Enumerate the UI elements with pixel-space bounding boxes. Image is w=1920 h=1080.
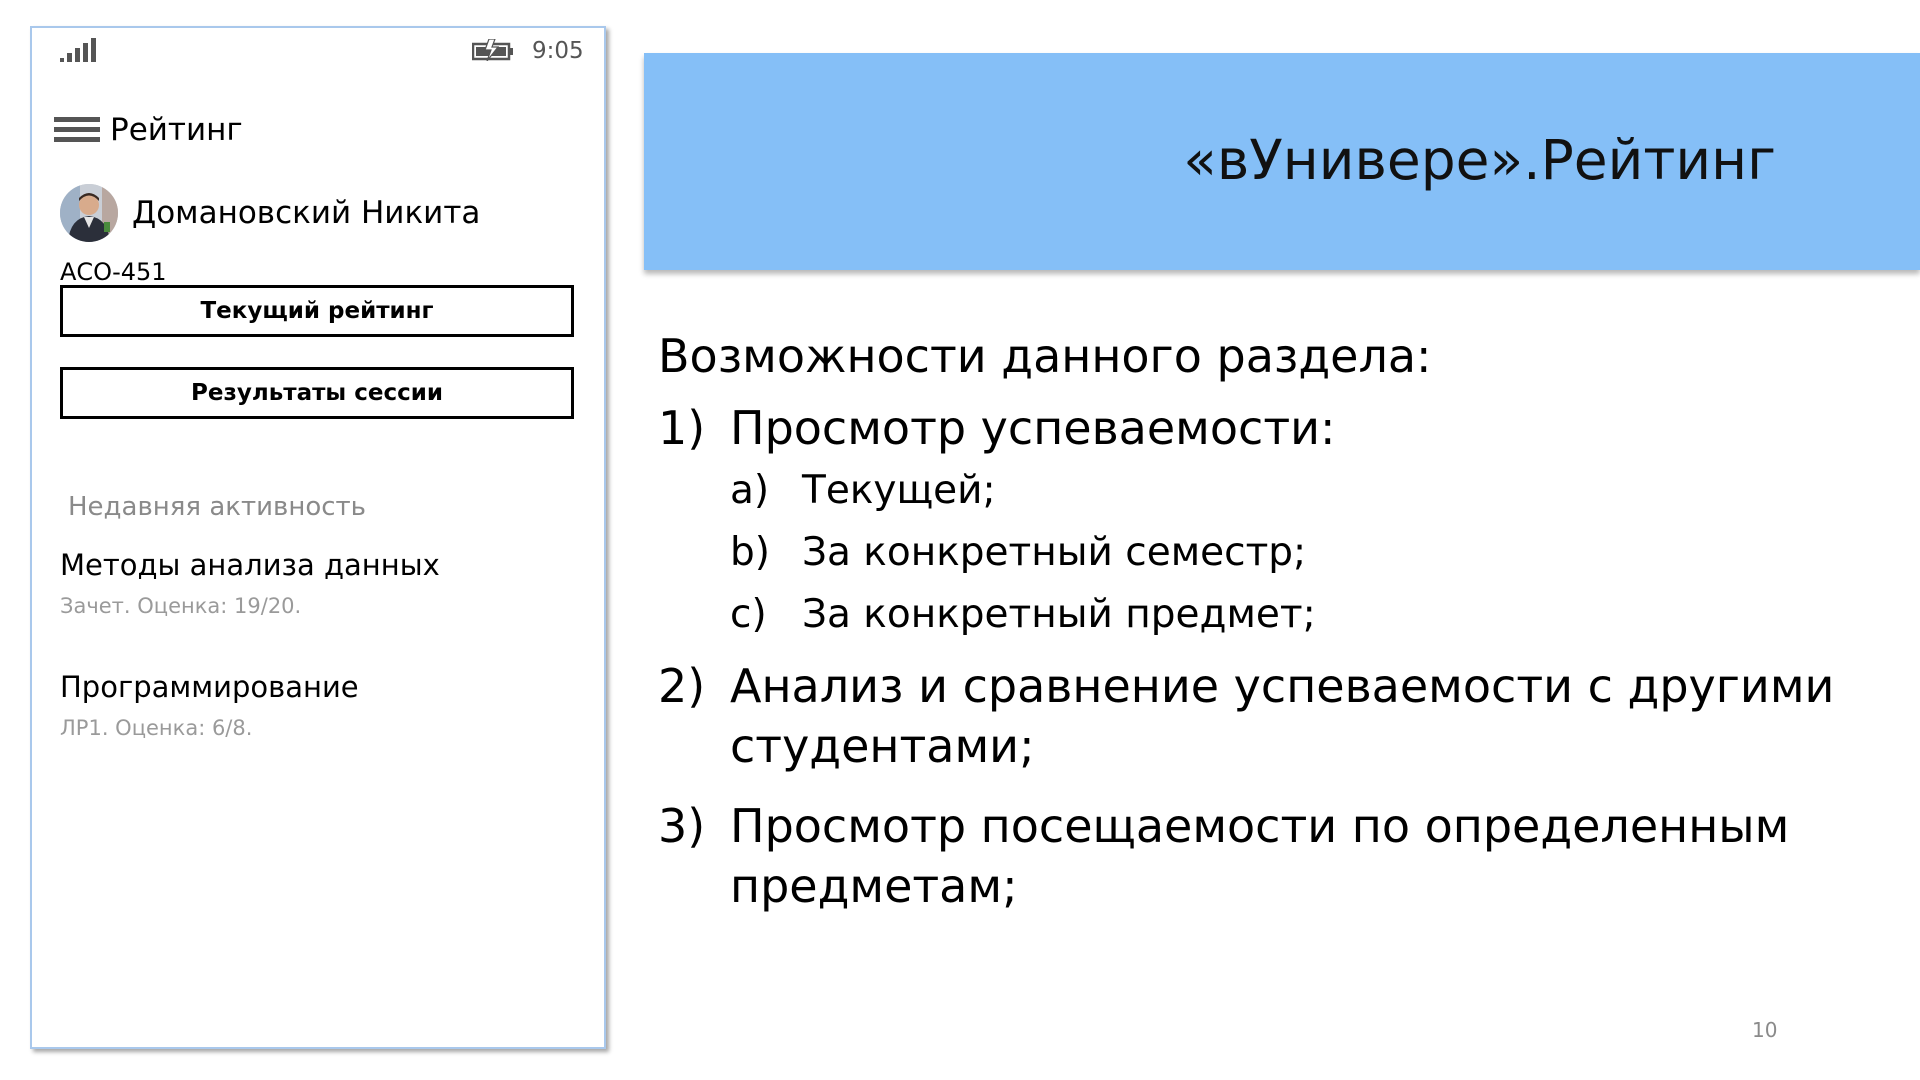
phone-mockup: 9:05 Рейтинг Домановский Никита АСО-451 … (30, 26, 606, 1049)
sub-list: a) Текущей; b) За конкретный семестр; c)… (730, 460, 1888, 646)
lead-text: Возможности данного раздела: (658, 329, 1432, 383)
slide-body: Возможности данного раздела: 1) Просмотр… (658, 324, 1888, 916)
battery-icon (472, 39, 513, 61)
current-rating-button[interactable]: Текущий рейтинг (60, 285, 574, 337)
activity-item[interactable]: Программирование ЛР1. Оценка: 6/8. (60, 670, 359, 740)
list-item: 2) Анализ и сравнение успеваемости с дру… (658, 656, 1888, 776)
recent-activity-heading: Недавняя активность (68, 492, 366, 522)
activity-item[interactable]: Методы анализа данных Зачет. Оценка: 19/… (60, 548, 440, 618)
sub-list-letter: b) (730, 530, 770, 575)
activity-title: Методы анализа данных (60, 548, 440, 582)
list-number: 2) (658, 659, 706, 713)
page-number: 10 (1752, 1018, 1778, 1042)
list-text: Просмотр посещаемости по определенным пр… (730, 799, 1790, 913)
sub-list-letter: a) (730, 468, 770, 513)
sub-list-item: b) За конкретный семестр; (730, 522, 1888, 584)
sub-list-item: c) За конкретный предмет; (730, 584, 1888, 646)
activity-detail: Зачет. Оценка: 19/20. (60, 594, 302, 618)
sub-list-text: За конкретный семестр; (802, 530, 1307, 575)
list-item: 1) Просмотр успеваемости: (658, 398, 1888, 458)
app-header: Рейтинг (54, 110, 243, 150)
sub-list-text: Текущей; (802, 468, 996, 513)
list-text: Анализ и сравнение успеваемости с другим… (730, 659, 1835, 773)
app-title: Рейтинг (110, 112, 243, 148)
user-group: АСО-451 (60, 258, 167, 286)
avatar[interactable] (60, 184, 118, 242)
session-results-button[interactable]: Результаты сессии (60, 367, 574, 419)
sub-list-item: a) Текущей; (730, 460, 1888, 522)
sub-list-letter: c) (730, 592, 767, 637)
list-number: 3) (658, 799, 706, 853)
activity-title: Программирование (60, 670, 359, 704)
list-text: Просмотр успеваемости: (730, 401, 1336, 455)
status-bar: 9:05 (32, 28, 604, 72)
avatar-image (60, 184, 118, 242)
sub-list-text: За конкретный предмет; (802, 592, 1316, 637)
title-banner: «вУнивере».Рейтинг (644, 53, 1920, 270)
slide-title: «вУнивере».Рейтинг (1183, 128, 1776, 192)
activity-detail: ЛР1. Оценка: 6/8. (60, 716, 253, 740)
status-time: 9:05 (532, 38, 584, 64)
list-item: 3) Просмотр посещаемости по определенным… (658, 796, 1888, 916)
hamburger-menu-icon[interactable] (54, 117, 100, 143)
signal-icon (60, 38, 96, 62)
list-number: 1) (658, 401, 706, 455)
user-name: Домановский Никита (132, 195, 481, 231)
user-profile: Домановский Никита (60, 184, 480, 242)
